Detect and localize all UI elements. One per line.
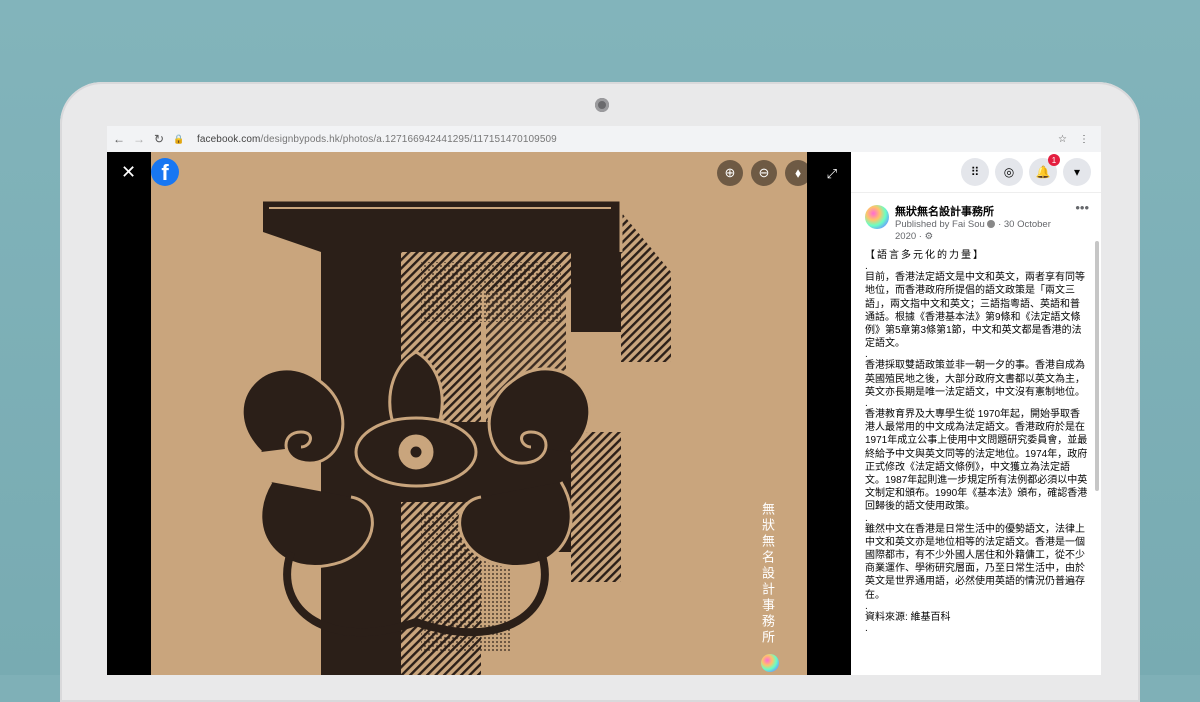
post-sidebar: ⠿ ◎ 🔔 1 ▾ 無狀無名設計事務所 Published by Fai Sou…	[851, 152, 1101, 675]
webcam	[595, 98, 609, 112]
expand-icon[interactable]: ⤢	[827, 166, 837, 182]
post-paragraph: 資料來源: 維基百科	[865, 611, 951, 623]
page-avatar[interactable]	[865, 205, 889, 229]
watermark-text: 無狀無名設計事務所	[760, 502, 775, 646]
post-paragraph: .	[865, 623, 868, 635]
post-body: 【語言多元化的力量】 . 目前，香港法定語文是中文和英文，兩者享有同等地位，而香…	[865, 249, 1089, 635]
decorative-letter-illustration	[151, 152, 807, 675]
post-paragraph: 雖然中文在香港是日常生活中的優勢語文，法律上中文和英文亦是地位相等的法定語文。香…	[865, 523, 1085, 601]
address-bar[interactable]: facebook.com/designbypods.hk/photos/a.12…	[197, 134, 557, 145]
post-heading: 【語言多元化的力量】	[865, 250, 985, 261]
zoom-out-icon[interactable]: ⊖	[751, 160, 777, 186]
post-paragraph: .	[865, 600, 868, 612]
post-header: 無狀無名設計事務所 Published by Fai Sou · 30 Octo…	[865, 201, 1089, 243]
post-paragraph: .	[865, 349, 868, 361]
page-name[interactable]: 無狀無名設計事務所	[895, 203, 1069, 219]
reload-icon[interactable]: ↻	[151, 131, 167, 147]
notifications-icon[interactable]: 🔔 1	[1029, 154, 1060, 186]
account-menu-icon[interactable]: ▾	[1063, 158, 1091, 186]
post-paragraph: 目前，香港法定語文是中文和英文，兩者享有同等地位，而香港政府所提倡的語文政策是「…	[865, 272, 1085, 350]
post: 無狀無名設計事務所 Published by Fai Sou · 30 Octo…	[851, 193, 1101, 673]
url-domain: facebook.com	[197, 133, 261, 145]
messenger-icon[interactable]: ◎	[995, 158, 1023, 186]
header-icons: ⠿ ◎ 🔔 1 ▾	[851, 152, 1101, 193]
question-icon[interactable]	[987, 220, 996, 229]
notification-badge: 1	[1048, 154, 1060, 166]
privacy-gear-icon[interactable]: ⚙	[925, 231, 934, 242]
browser-toolbar: ← → ↻ 🔒 facebook.com/designbypods.hk/pho…	[107, 126, 1101, 153]
menu-grid-icon[interactable]: ⠿	[961, 158, 989, 186]
facebook-logo-icon[interactable]: f	[151, 158, 179, 186]
lock-icon: 🔒	[173, 133, 185, 144]
url-path: /designbypods.hk/photos/a.12716694244129…	[260, 133, 557, 145]
post-paragraph: .	[865, 512, 868, 524]
laptop-screen: ← → ↻ 🔒 facebook.com/designbypods.hk/pho…	[107, 126, 1101, 675]
post-paragraph: .	[865, 398, 868, 410]
bookmark-star-icon[interactable]: ☆	[1058, 134, 1067, 145]
post-paragraph: 香港採取雙語政策並非一朝一夕的事。香港自成為英國殖民地之後，大部分政府文書都以英…	[865, 360, 1085, 398]
photo-viewer: 無狀無名設計事務所 ✕ f ⊕ ⊖ ⬧ ⤢	[107, 152, 851, 675]
post-meta: Published by Fai Sou · 30 October 2020 ·…	[895, 219, 1069, 243]
more-options-icon[interactable]: •••	[1075, 201, 1089, 214]
tag-icon[interactable]: ⬧	[785, 160, 811, 186]
back-arrow-icon[interactable]: ←	[111, 131, 127, 147]
post-paragraph: .	[865, 261, 868, 273]
close-icon[interactable]: ✕	[121, 162, 136, 183]
post-paragraph: 香港教育界及大專學生從 1970年起，開始爭取香港人最常用的中文成為法定語文。香…	[865, 409, 1088, 513]
photo: 無狀無名設計事務所	[151, 152, 807, 675]
watermark-logo	[761, 654, 779, 672]
published-by[interactable]: Published by Fai Sou	[895, 219, 985, 230]
browser-menu-icon[interactable]: ⋮	[1079, 134, 1089, 145]
forward-arrow-icon[interactable]: →	[131, 131, 147, 147]
photo-tools: ⊕ ⊖ ⬧	[717, 160, 811, 186]
post-scrollbar[interactable]	[1095, 241, 1099, 491]
zoom-in-icon[interactable]: ⊕	[717, 160, 743, 186]
